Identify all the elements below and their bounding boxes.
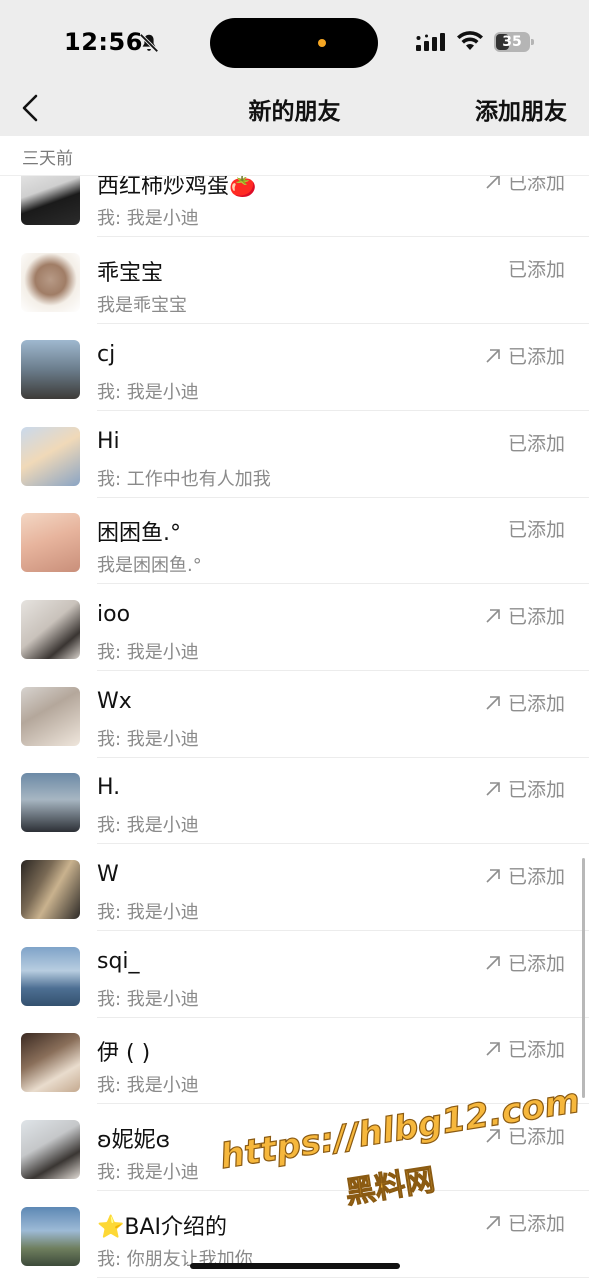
friend-message: 我是困困鱼.° [97, 555, 202, 576]
added-status: 已添加 [508, 429, 565, 456]
list-item[interactable]: Wx 我: 我是小迪 已添加 [0, 671, 589, 758]
scrollbar[interactable] [582, 858, 585, 1098]
added-status: 已添加 [484, 602, 565, 629]
avatar[interactable] [21, 1207, 80, 1266]
status-text: 已添加 [507, 1039, 565, 1061]
list-item[interactable]: 困困鱼.° 我是困困鱼.° 已添加 [0, 497, 589, 584]
friend-name: 困困鱼.° [97, 521, 181, 546]
avatar[interactable] [21, 687, 80, 746]
list-item[interactable]: sqi_ 我: 我是小迪 已添加 [0, 931, 589, 1018]
list-item[interactable]: 乖宝宝 我是乖宝宝 已添加 [0, 237, 589, 324]
status-text: 已添加 [507, 346, 565, 368]
friend-message: 我: 我是小迪 [97, 902, 199, 923]
arrow-up-right-icon [486, 781, 500, 796]
status-text: 已添加 [507, 1213, 565, 1235]
added-status: 已添加 [484, 1209, 565, 1236]
friend-message: 我: 我是小迪 [97, 382, 199, 403]
added-status: 已添加 [484, 862, 565, 889]
avatar[interactable] [21, 427, 80, 486]
arrow-up-right-icon [486, 695, 500, 710]
friend-message: 我: 工作中也有人加我 [97, 469, 271, 490]
avatar[interactable] [21, 773, 80, 832]
added-status: 已添加 [484, 1035, 565, 1062]
section-header: 三天前 [0, 136, 589, 176]
arrow-up-right-icon [486, 608, 500, 623]
friend-name: 伊 ( ) [97, 1041, 151, 1066]
friend-message: 我: 我是小迪 [97, 1075, 199, 1096]
friend-name: ⭐BAI介绍的 [97, 1215, 228, 1240]
avatar[interactable] [21, 1120, 80, 1179]
friend-message: 我: 我是小迪 [97, 642, 199, 663]
arrow-up-right-icon [486, 1041, 500, 1056]
avatar[interactable] [21, 947, 80, 1006]
status-text: 已添加 [507, 606, 565, 628]
list-item[interactable]: cj 我: 我是小迪 已添加 [0, 324, 589, 411]
avatar[interactable] [21, 340, 80, 399]
add-friend-button[interactable]: 添加朋友 [475, 92, 567, 126]
divider [97, 1277, 589, 1278]
signal-icon [416, 33, 445, 51]
list-item[interactable]: 伊 ( ) 我: 我是小迪 已添加 [0, 1017, 589, 1104]
watermark-text: 黑料网 [342, 1162, 438, 1212]
friend-message: 我: 我是小迪 [97, 208, 199, 229]
list-item[interactable]: H. 我: 我是小迪 已添加 [0, 757, 589, 844]
friend-name: cj [97, 342, 116, 367]
friend-name: ioo [97, 602, 131, 627]
added-status: 已添加 [484, 949, 565, 976]
status-text: 已添加 [507, 953, 565, 975]
status-text: 已添加 [507, 779, 565, 801]
avatar[interactable] [21, 1033, 80, 1092]
list-item[interactable]: W 我: 我是小迪 已添加 [0, 844, 589, 931]
status-text: 已添加 [507, 519, 565, 541]
status-bar: 12:56 35 [0, 0, 589, 88]
avatar[interactable] [21, 513, 80, 572]
battery-percentage: 35 [502, 34, 522, 50]
friend-name: Hi [97, 429, 120, 454]
added-status: 已添加 [484, 689, 565, 716]
friend-name: W [97, 862, 119, 887]
navigation-bar: 新的朋友 添加朋友 [0, 88, 589, 136]
dynamic-island [210, 18, 378, 68]
avatar[interactable] [21, 253, 80, 312]
friend-message: 我: 我是小迪 [97, 989, 199, 1010]
section-label: 三天前 [22, 149, 73, 169]
status-text: 已添加 [507, 693, 565, 715]
status-time: 12:56 [64, 28, 143, 56]
list-item[interactable]: ioo 我: 我是小迪 已添加 [0, 584, 589, 671]
status-text: 已添加 [507, 433, 565, 455]
friend-name: 乖宝宝 [97, 261, 164, 286]
list-item[interactable]: Hi 我: 工作中也有人加我 已添加 [0, 411, 589, 498]
arrow-up-right-icon [486, 868, 500, 883]
battery-icon: 35 [494, 32, 534, 52]
home-indicator[interactable] [190, 1263, 400, 1269]
friend-message: 我: 我是小迪 [97, 729, 199, 750]
wifi-icon [457, 31, 483, 50]
status-text: 已添加 [507, 866, 565, 888]
added-status: 已添加 [484, 342, 565, 369]
avatar[interactable] [21, 600, 80, 659]
arrow-up-right-icon [486, 1215, 500, 1230]
bell-slash-icon [139, 33, 159, 53]
friend-name: sqi_ [97, 949, 140, 974]
privacy-indicator [318, 39, 326, 47]
friend-message: 我: 我是小迪 [97, 815, 199, 836]
friend-message: 我是乖宝宝 [97, 295, 187, 316]
status-text: 已添加 [507, 259, 565, 281]
added-status: 已添加 [484, 775, 565, 802]
friend-name: Wx [97, 689, 132, 714]
avatar[interactable] [21, 860, 80, 919]
arrow-up-right-icon [486, 955, 500, 970]
friend-name: ʚ妮妮ɞ [97, 1128, 171, 1153]
added-status: 已添加 [508, 515, 565, 542]
added-status: 已添加 [508, 255, 565, 282]
arrow-up-right-icon [486, 348, 500, 363]
friend-name: H. [97, 775, 121, 800]
friend-message: 我: 我是小迪 [97, 1162, 199, 1183]
